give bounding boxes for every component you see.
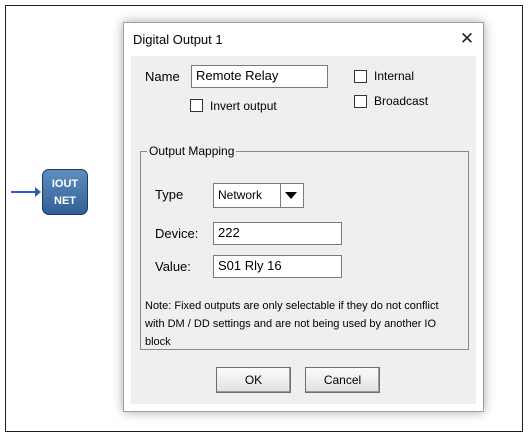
dialog-title: Digital Output 1 — [133, 32, 223, 47]
dialog-client-area: Name Remote Relay Internal Broadcast Inv… — [131, 56, 476, 404]
invert-output-checkbox[interactable] — [190, 99, 203, 112]
dropdown-separator — [280, 184, 281, 207]
ok-button[interactable]: OK — [216, 367, 291, 393]
digital-output-dialog: Digital Output 1 ✕ Name Remote Relay Int… — [123, 22, 484, 412]
name-label: Name — [145, 69, 180, 84]
device-field[interactable]: 222 — [213, 222, 342, 245]
cancel-button[interactable]: Cancel — [305, 367, 380, 393]
type-selected-value: Network — [218, 188, 263, 202]
device-label: Device: — [155, 226, 199, 241]
invert-output-label: Invert output — [210, 99, 277, 113]
type-dropdown[interactable]: Network — [213, 183, 304, 208]
block-label-line1: IOUT — [51, 178, 79, 190]
chevron-down-icon[interactable] — [285, 192, 297, 199]
output-mapping-note: Note: Fixed outputs are only selectable … — [145, 300, 439, 348]
type-label: Type — [155, 187, 184, 202]
close-icon[interactable]: ✕ — [453, 25, 481, 53]
block-label-line2: NET — [54, 195, 76, 207]
broadcast-checkbox[interactable] — [354, 95, 367, 108]
name-field[interactable]: Remote Relay — [191, 65, 328, 88]
value-field[interactable]: S01 Rly 16 — [213, 255, 342, 278]
value-label: Value: — [155, 259, 191, 274]
digital-output-block-icon[interactable]: IOUT NET — [42, 169, 88, 215]
dialog-titlebar[interactable]: Digital Output 1 ✕ — [124, 23, 483, 55]
connection-wire[interactable] — [11, 191, 37, 193]
internal-label: Internal — [374, 69, 415, 83]
broadcast-label: Broadcast — [374, 94, 429, 108]
output-mapping-legend: Output Mapping — [149, 144, 235, 158]
internal-checkbox[interactable] — [354, 70, 367, 83]
wire-arrowhead — [35, 187, 41, 197]
